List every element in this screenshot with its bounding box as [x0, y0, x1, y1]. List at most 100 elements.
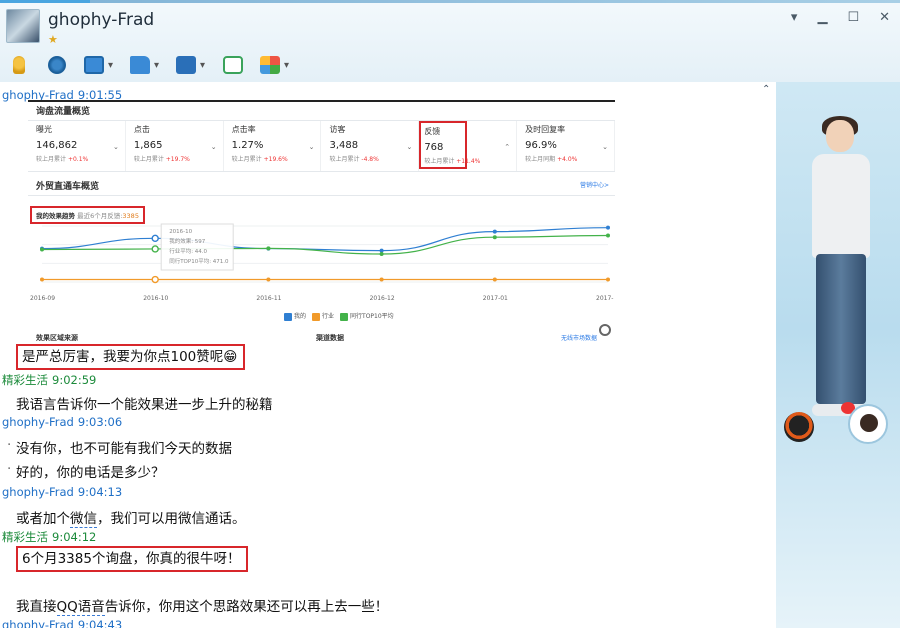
section-title: 外贸直通车概览 [36, 182, 100, 192]
data-point [492, 277, 497, 282]
metrics-row: 曝光 146,862 较上月累计 +0.1% ⌄ 点击 1,865 较上月累计 … [28, 120, 615, 172]
checkbox-icon [340, 312, 349, 321]
remote-desktop-button[interactable] [172, 52, 210, 78]
legend-item[interactable]: 我的 [284, 311, 306, 321]
sender-name[interactable]: ghophy-Frad [2, 485, 74, 499]
link[interactable]: 无线市场数据 [561, 333, 597, 341]
window-controls: ▾ ▁ ☐ ✕ [791, 10, 890, 25]
screen-share-button[interactable] [80, 52, 118, 78]
legend-item[interactable]: 行业 [312, 311, 334, 321]
metric-value: 1,865 [133, 140, 163, 151]
metric-label: 及时回复率 [525, 125, 566, 134]
data-point [151, 245, 159, 253]
head [826, 120, 854, 152]
folder-icon [130, 56, 150, 74]
marketing-center-link[interactable]: 营销中心> [580, 180, 609, 189]
data-point [606, 225, 610, 230]
message-text-highlighted: 6个月3385个询盘，你真的很牛呀！ [16, 546, 249, 572]
maximize-icon[interactable]: ☐ [847, 10, 859, 25]
sender-name[interactable]: 精彩生活 [2, 373, 48, 387]
zoom-icon[interactable] [599, 324, 611, 336]
message-time: 9:04:43 [77, 618, 123, 628]
legend-item[interactable]: 同行TOP10平均 [340, 311, 394, 321]
title-border [0, 0, 900, 3]
metric-value: 3,488 [329, 140, 359, 151]
message-time: 9:04:13 [77, 485, 123, 499]
data-point [492, 229, 497, 234]
progress-strip [0, 0, 90, 3]
message-add-icon [223, 56, 243, 74]
title-bar: ghophy-Frad ★ ▾ ▁ ☐ ✕ [0, 0, 900, 82]
sender-name[interactable]: 精彩生活 [2, 530, 48, 544]
checkbox-icon [312, 312, 321, 321]
chevron-down-icon: ⌄ [210, 143, 217, 151]
chart-legend: 我的 行业 同行TOP10平均 [284, 311, 394, 321]
message-time: 9:03:06 [77, 415, 123, 429]
message-text-highlighted: 是严总厉害，我要为你点100赞呢😁 [16, 344, 246, 370]
tooltip-line: 2016-10 [169, 229, 192, 235]
message-text: 或者加个微信，我们可以用微信通话。 [16, 511, 246, 528]
chevron-down-icon: ⌄ [602, 143, 608, 151]
section-title: 渠道数据 [316, 334, 344, 341]
microphone-icon [13, 56, 25, 74]
monitor-icon [176, 56, 196, 74]
x-tick-label: 2016-10 [143, 295, 169, 302]
chevron-up-icon: ⌃ [504, 143, 511, 151]
wechat-link[interactable]: 微信 [70, 511, 97, 528]
tooltip-line: 同行TOP10平均: 471.0 [169, 257, 229, 265]
metric-value: 96.9% [525, 140, 557, 151]
qq-show-avatar-icon[interactable] [848, 404, 888, 444]
contact-avatar[interactable] [6, 9, 40, 43]
menu-chevron-icon[interactable]: ▾ [791, 10, 798, 25]
metric-sub: 较上月同期 +4.0% [525, 156, 578, 163]
screenshot-title: 询盘流量概览 [36, 107, 91, 117]
apps-button[interactable] [256, 52, 294, 78]
x-tick-label: 2017- [596, 295, 614, 302]
metric-card: 曝光 146,862 较上月累计 +0.1% ⌄ [28, 121, 126, 171]
metric-card: 点击 1,865 较上月累计 +19.7% ⌄ [126, 121, 224, 171]
metric-sub: 较上月累计 +19.6% [231, 156, 288, 163]
message-manager-button[interactable] [218, 52, 248, 78]
x-tick-label: 2017-01 [482, 295, 508, 302]
message-time: 9:04:12 [52, 530, 97, 544]
metric-card: 及时回复率 96.9% 较上月同期 +4.0% ⌄ [517, 121, 615, 171]
metric-label: 点击率 [231, 125, 256, 134]
shared-screenshot[interactable]: 询盘流量概览 曝光 146,862 较上月累计 +0.1% ⌄ 点击 1,865… [28, 100, 615, 341]
tooltip-line: 行业平均: 44.0 [169, 247, 207, 255]
metric-card: 访客 3,488 较上月累计 -4.8% ⌄ [321, 121, 420, 171]
contact-name[interactable]: ghophy-Frad [48, 10, 154, 30]
data-point [151, 234, 159, 243]
chevron-down-icon: ⌄ [308, 143, 315, 151]
message-text: 没有你，也不可能有我们今天的数据 [7, 437, 232, 457]
voice-call-button[interactable] [4, 52, 34, 78]
data-point [40, 247, 44, 252]
file-transfer-button[interactable] [126, 52, 164, 78]
message-time: 9:02:59 [52, 373, 97, 387]
chat-history[interactable]: ghophy-Frad 9:01:55 询盘流量概览 曝光 146,862 较上月… [0, 82, 776, 628]
x-tick-label: 2016-12 [369, 295, 395, 302]
data-point [606, 233, 610, 238]
sender-name[interactable]: ghophy-Frad [2, 415, 74, 429]
metric-sub: 较上月累计 +0.1% [36, 156, 89, 163]
data-point [266, 277, 271, 282]
minimize-icon[interactable]: ▁ [817, 10, 827, 25]
star-icon: ★ [48, 33, 58, 46]
collapse-panel-icon[interactable]: ⌃ [762, 84, 770, 95]
trend-value: 3385 [122, 212, 139, 220]
section-title: 效果区域来源 [36, 334, 78, 341]
sender-name[interactable]: ghophy-Frad [2, 618, 74, 628]
message-header: ghophy-Frad 9:04:43 [2, 618, 122, 628]
message-text: 我直接QQ语音告诉你，你用这个思路效果还可以再上去一些！ [16, 599, 389, 616]
x-tick-label: 2016-11 [256, 295, 282, 302]
qq-voice-link[interactable]: QQ语音 [56, 599, 105, 616]
chevron-down-icon: ⌄ [406, 143, 413, 151]
series-line-我的 [41, 227, 609, 252]
video-call-button[interactable] [42, 52, 72, 78]
show-panel [776, 82, 900, 628]
qq-pet-icon[interactable] [784, 412, 814, 442]
metric-card-highlighted: 反馈 768 较上月累计 +11.4% ⌃ [419, 121, 518, 171]
message-header: ghophy-Frad 9:04:13 [2, 485, 122, 499]
message-header: 精彩生活 9:02:59 [2, 372, 96, 388]
tooltip-line: 我的效果: 597 [169, 237, 206, 245]
close-icon[interactable]: ✕ [879, 10, 890, 25]
